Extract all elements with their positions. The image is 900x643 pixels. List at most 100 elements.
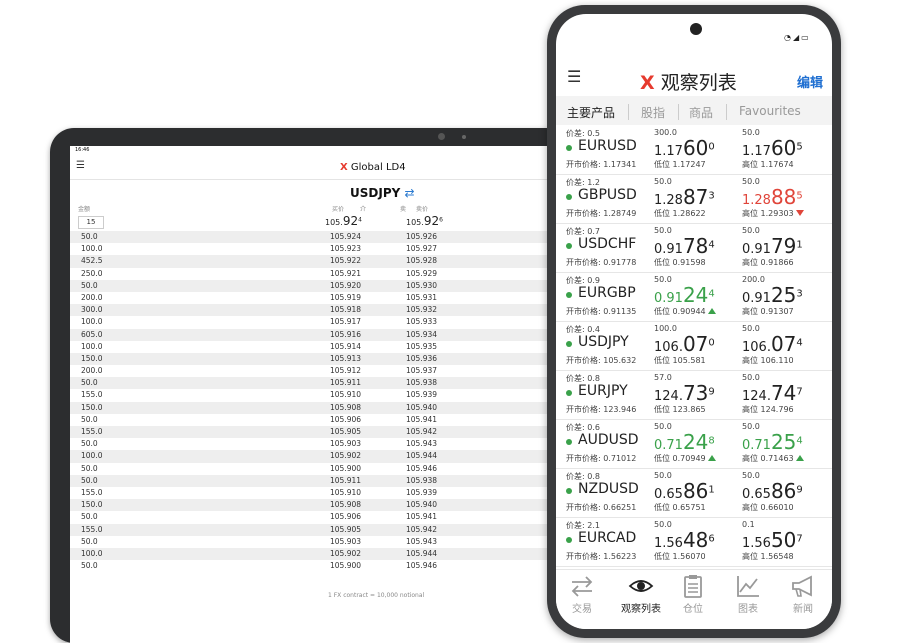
nav-chart[interactable]: 图表 bbox=[723, 574, 773, 615]
high-price-text: 高位 0.71463 bbox=[742, 454, 794, 463]
watchlist-item[interactable]: 价差: 0.5 EURUSD 开市价格: 1.17341 300.0 1.17600 低位… bbox=[556, 126, 832, 175]
row-bid: 105.902 bbox=[330, 548, 362, 558]
table-row[interactable]: 50.0 105.906 105.941 bbox=[70, 414, 548, 426]
ask-price[interactable]: 0.65869 bbox=[742, 479, 803, 503]
ask-price[interactable]: 1.28885 bbox=[742, 185, 803, 209]
watchlist-item[interactable]: 价差: 0.6 AUDUSD 开市价格: 0.71012 50.0 0.71248 低位 … bbox=[556, 420, 832, 469]
table-row[interactable]: 50.0 105.924 105.926 bbox=[70, 231, 548, 244]
edit-button[interactable]: 编辑 bbox=[797, 72, 823, 91]
table-row[interactable]: 50.0 105.900 105.946 bbox=[70, 560, 548, 572]
ask-price[interactable]: 1.56507 bbox=[742, 528, 803, 552]
table-row[interactable]: 100.0 105.923 105.927 bbox=[70, 243, 548, 255]
nav-news[interactable]: 新闻 bbox=[778, 574, 828, 615]
ask-price[interactable]: 0.91253 bbox=[742, 283, 803, 307]
table-row[interactable]: 155.0 105.910 105.939 bbox=[70, 487, 548, 499]
row-ask: 105.938 bbox=[406, 475, 438, 485]
depth-table: 50.0 105.924 105.926 100.0 105.923 105.927 452… bbox=[70, 231, 548, 572]
hamburger-menu-icon[interactable]: ☰ bbox=[567, 69, 581, 85]
tab-commodities[interactable]: 商品 bbox=[689, 104, 713, 121]
hamburger-menu-icon[interactable]: ☰ bbox=[76, 161, 85, 171]
bid-price[interactable]: 0.65861 bbox=[654, 479, 715, 503]
table-row[interactable]: 155.0 105.905 105.942 bbox=[70, 523, 548, 536]
row-amount: 100.0 bbox=[81, 548, 103, 558]
table-row[interactable]: 100.0 105.902 105.944 bbox=[70, 547, 548, 561]
ask-price[interactable]: 1.17605 bbox=[742, 136, 803, 160]
top-ask-price[interactable]: 105.926 bbox=[406, 214, 443, 228]
row-ask: 105.944 bbox=[406, 548, 438, 558]
watchlist: 价差: 0.5 EURUSD 开市价格: 1.17341 300.0 1.17600 低位… bbox=[556, 126, 832, 616]
table-row[interactable]: 300.0 105.918 105.932 bbox=[70, 304, 548, 317]
ask-price[interactable]: 0.71254 bbox=[742, 430, 803, 454]
row-amount: 155.0 bbox=[81, 524, 103, 534]
nav-trade[interactable]: 交易 bbox=[557, 574, 607, 615]
tab-indices[interactable]: 股指 bbox=[641, 104, 665, 121]
eye-icon bbox=[628, 580, 654, 592]
watchlist-item[interactable]: 价差: 0.7 USDCHF 开市价格: 0.91778 50.0 0.91784 低位 … bbox=[556, 224, 832, 273]
table-row[interactable]: 150.0 105.908 105.940 bbox=[70, 499, 548, 512]
table-row[interactable]: 50.0 105.903 105.943 bbox=[70, 438, 548, 450]
symbol-title[interactable]: USDJPY ⇄ bbox=[350, 186, 415, 200]
high-price: 高位 0.91866 bbox=[742, 257, 794, 268]
table-row[interactable]: 605.0 105.916 105.934 bbox=[70, 328, 548, 341]
table-row[interactable]: 100.0 105.917 105.933 bbox=[70, 316, 548, 328]
ask-price-big: 74 bbox=[770, 381, 797, 405]
watchlist-item[interactable]: 价差: 0.4 USDJPY 开市价格: 105.632 100.0 106.070 低位… bbox=[556, 322, 832, 371]
category-tabs: 主要产品 股指 商品 Favourites bbox=[556, 96, 832, 125]
row-amount: 100.0 bbox=[81, 451, 103, 461]
high-price-text: 高位 1.17674 bbox=[742, 160, 794, 169]
table-row[interactable]: 155.0 105.905 105.942 bbox=[70, 426, 548, 439]
open-price: 开市价格: 0.66251 bbox=[566, 503, 637, 512]
nav-positions[interactable]: 仓位 bbox=[668, 574, 718, 615]
table-row[interactable]: 150.0 105.908 105.940 bbox=[70, 401, 548, 414]
quantity-input[interactable]: 15 bbox=[78, 216, 104, 229]
table-row[interactable]: 100.0 105.914 105.935 bbox=[70, 341, 548, 353]
table-row[interactable]: 50.0 105.911 105.938 bbox=[70, 377, 548, 390]
bid-price[interactable]: 124.739 bbox=[654, 381, 715, 405]
bid-price[interactable]: 0.91244 bbox=[654, 283, 715, 307]
bid-price[interactable]: 106.070 bbox=[654, 332, 715, 356]
table-row[interactable]: 150.0 105.913 105.936 bbox=[70, 352, 548, 366]
watchlist-item[interactable]: 价差: 2.1 EURCAD 开市价格: 1.56223 50.0 1.56486 低位 … bbox=[556, 518, 832, 567]
watchlist-item[interactable]: 价差: 0.8 EURJPY 开市价格: 123.946 57.0 124.739 低位 … bbox=[556, 371, 832, 420]
tab-major[interactable]: 主要产品 bbox=[567, 104, 615, 121]
table-row[interactable]: 50.0 105.903 105.943 bbox=[70, 536, 548, 548]
table-row[interactable]: 50.0 105.906 105.941 bbox=[70, 511, 548, 523]
bid-price[interactable]: 1.17600 bbox=[654, 136, 715, 160]
ask-price-pip: 4 bbox=[796, 337, 803, 349]
top-bid-price[interactable]: 105.924 bbox=[325, 214, 362, 228]
ask-price-main: 0.71 bbox=[742, 438, 771, 453]
bid-price[interactable]: 1.28873 bbox=[654, 185, 715, 209]
ask-price[interactable]: 0.91791 bbox=[742, 234, 803, 258]
watchlist-item[interactable]: 价差: 0.8 NZDUSD 开市价格: 0.66251 50.0 0.65861 低位 … bbox=[556, 469, 832, 518]
table-row[interactable]: 250.0 105.921 105.929 bbox=[70, 268, 548, 280]
table-row[interactable]: 155.0 105.910 105.939 bbox=[70, 389, 548, 401]
table-row[interactable]: 50.0 105.911 105.938 bbox=[70, 474, 548, 487]
row-bid: 105.910 bbox=[330, 487, 362, 497]
swap-icon[interactable]: ⇄ bbox=[404, 186, 414, 200]
nav-watchlist[interactable]: 观察列表 bbox=[613, 574, 669, 615]
bid-price[interactable]: 0.91784 bbox=[654, 234, 715, 258]
ask-price[interactable]: 124.747 bbox=[742, 381, 803, 405]
watchlist-item[interactable]: 价差: 0.9 EURGBP 开市价格: 0.91135 50.0 0.91244 低位 … bbox=[556, 273, 832, 322]
ask-price-big: 79 bbox=[770, 234, 797, 258]
table-row[interactable]: 200.0 105.919 105.931 bbox=[70, 292, 548, 304]
low-price: 低位 0.91598 bbox=[654, 257, 706, 268]
instrument-name: USDJPY bbox=[578, 334, 629, 350]
bid-price[interactable]: 1.56486 bbox=[654, 528, 715, 552]
market-open-dot bbox=[566, 194, 572, 200]
bid-price[interactable]: 0.71248 bbox=[654, 430, 715, 454]
header-ask-label: 卖价 bbox=[415, 206, 428, 213]
row-amount: 200.0 bbox=[81, 292, 103, 302]
table-row[interactable]: 452.5 105.922 105.928 bbox=[70, 255, 548, 268]
table-row[interactable]: 100.0 105.902 105.944 bbox=[70, 450, 548, 463]
high-price-text: 高位 0.66010 bbox=[742, 503, 794, 512]
ask-price[interactable]: 106.074 bbox=[742, 332, 803, 356]
table-row[interactable]: 200.0 105.912 105.937 bbox=[70, 365, 548, 377]
bid-price-main: 0.71 bbox=[654, 438, 683, 453]
tab-favourites[interactable]: Favourites bbox=[739, 104, 801, 118]
bid-price-big: 78 bbox=[682, 234, 709, 258]
table-row[interactable]: 50.0 105.900 105.946 bbox=[70, 463, 548, 475]
row-amount: 50.0 bbox=[81, 378, 98, 388]
watchlist-item[interactable]: 价差: 1.2 GBPUSD 开市价格: 1.28749 50.0 1.28873 低位 … bbox=[556, 175, 832, 224]
table-row[interactable]: 50.0 105.920 105.930 bbox=[70, 279, 548, 292]
